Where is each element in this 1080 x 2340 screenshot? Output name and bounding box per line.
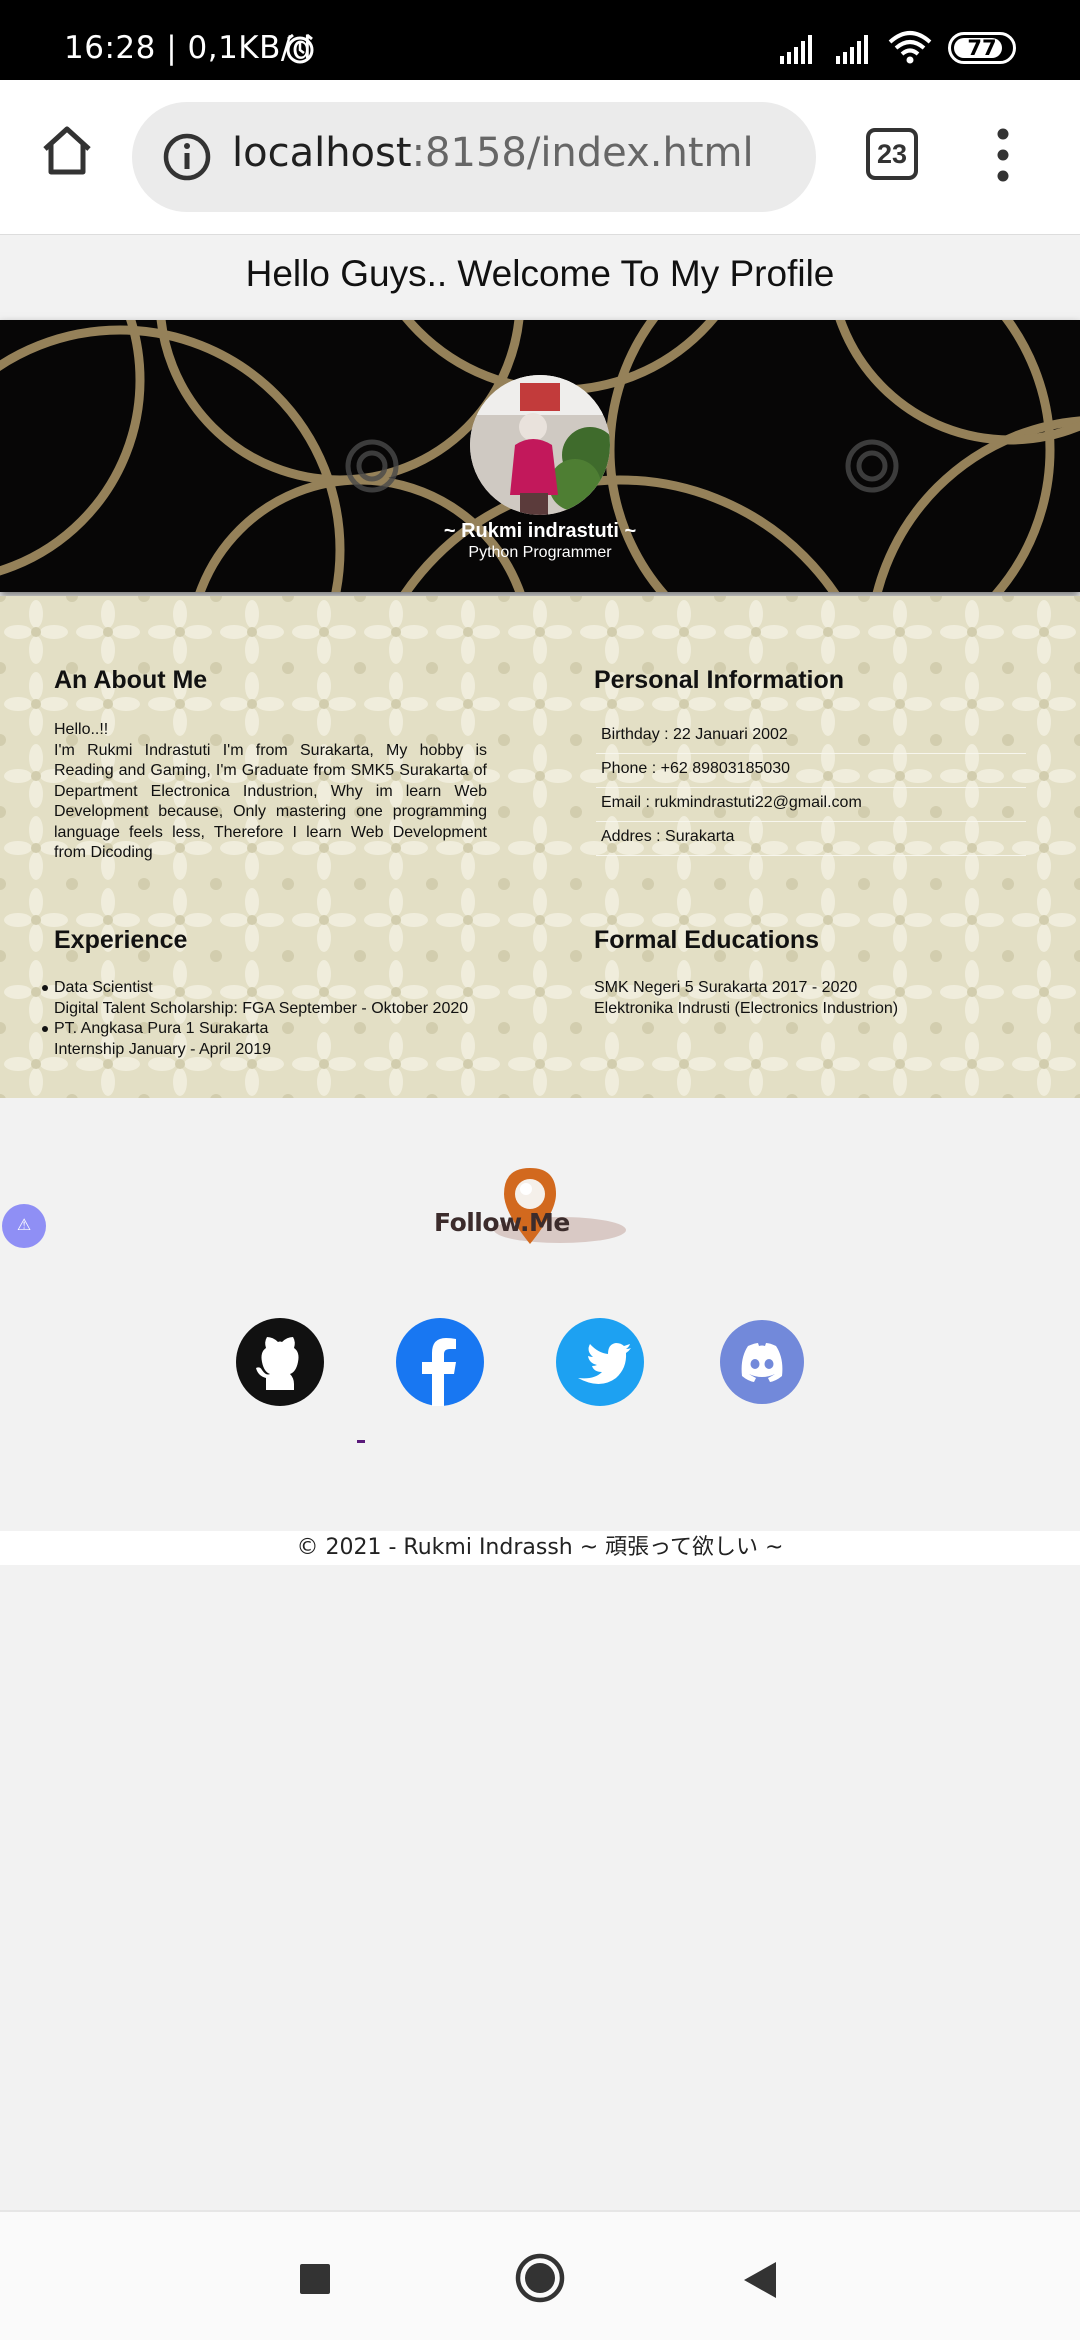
about-greeting: Hello..!!: [54, 721, 109, 738]
recent-apps-icon[interactable]: [300, 2264, 330, 2294]
profile-banner: ~ Rukmi indrastuti ~ Python Programmer: [0, 320, 1080, 592]
profile-name: ~ Rukmi indrastuti ~: [443, 520, 637, 542]
education-major: Elektronika Indrusti (Electronics Indust…: [594, 999, 899, 1017]
list-item: PT. Angkasa Pura 1 Surakarta Internship …: [42, 1019, 484, 1060]
follow-me-text: Follow.Me: [434, 1208, 570, 1237]
experience-title: Data Scientist: [54, 979, 153, 996]
education-list: SMK Negeri 5 Surakarta 2017 - 2020 Elekt…: [594, 978, 1054, 1019]
signal-icon: [780, 35, 812, 64]
about-heading: An About Me: [54, 666, 208, 694]
education-school: SMK Negeri 5 Surakarta 2017 - 2020: [594, 979, 858, 996]
browser-toolbar: localhost:8158/index.html 23: [0, 80, 1080, 235]
status-time: 16:28 | 0,1KB/d: [64, 30, 313, 66]
github-icon[interactable]: [236, 1318, 324, 1406]
url-text[interactable]: localhost:8158/index.html: [232, 130, 754, 176]
system-nav-bar: [0, 2210, 1080, 2340]
battery-icon: 77: [948, 32, 1016, 64]
experience-detail: Internship January - April 2019: [54, 1040, 272, 1058]
home-icon[interactable]: [40, 124, 94, 178]
personal-info-heading: Personal Information: [594, 666, 845, 694]
about-text: Hello..!! I'm Rukmi Indrastuti I'm from …: [54, 720, 487, 864]
status-bar: 16:28 | 0,1KB/d 77: [0, 0, 1080, 80]
personal-info-list: Birthday : 22 Januari 2002 Phone : +62 8…: [596, 720, 1026, 856]
url-path: :8158/index.html: [411, 130, 754, 176]
experience-list: Data Scientist Digital Talent Scholarshi…: [42, 978, 484, 1060]
nav-home-icon[interactable]: [514, 2252, 566, 2304]
profile-role: Python Programmer: [468, 544, 612, 561]
info-icon[interactable]: [162, 132, 212, 182]
twitter-icon[interactable]: [556, 1318, 644, 1406]
footer: © 2021 - Rukmi Indrassh ~ 頑張って欲しい ~: [0, 1531, 1080, 1565]
tabs-button[interactable]: 23: [866, 128, 918, 180]
info-phone: Phone : +62 89803185030: [596, 754, 1026, 788]
education-heading: Formal Educations: [594, 926, 820, 954]
link-underline[interactable]: [357, 1440, 365, 1443]
battery-level: 77: [967, 36, 997, 60]
menu-icon[interactable]: [995, 128, 1011, 182]
facebook-icon[interactable]: [396, 1318, 484, 1406]
alarm-icon: [286, 33, 314, 64]
avatar: [470, 375, 610, 515]
about-body: I'm Rukmi Indrastuti I'm from Surakarta,…: [54, 741, 487, 862]
profile-content: An About Me Hello..!! I'm Rukmi Indrastu…: [0, 596, 1080, 1098]
experience-title: PT. Angkasa Pura 1 Surakarta: [54, 1020, 269, 1037]
experience-heading: Experience: [54, 926, 188, 954]
list-item: Data Scientist Digital Talent Scholarshi…: [42, 978, 484, 1019]
info-email: Email : rukmindrastuti22@gmail.com: [596, 788, 1026, 822]
page-title: Hello Guys.. Welcome To My Profile: [245, 253, 835, 294]
discord-icon[interactable]: [718, 1318, 806, 1406]
url-bar[interactable]: localhost:8158/index.html: [132, 102, 816, 212]
follow-me-logo: Follow.Me: [430, 1164, 630, 1254]
info-address: Addres : Surakarta: [596, 822, 1026, 856]
wifi-icon: [888, 31, 932, 64]
back-icon[interactable]: [742, 2260, 778, 2300]
signal-icon: [836, 35, 868, 64]
avatar-photo: [470, 375, 610, 515]
experience-detail: Digital Talent Scholarship: FGA Septembe…: [54, 999, 469, 1017]
info-birthday: Birthday : 22 Januari 2002: [596, 720, 1026, 754]
warning-icon[interactable]: ⚠: [2, 1204, 46, 1248]
url-host: localhost: [232, 130, 412, 176]
